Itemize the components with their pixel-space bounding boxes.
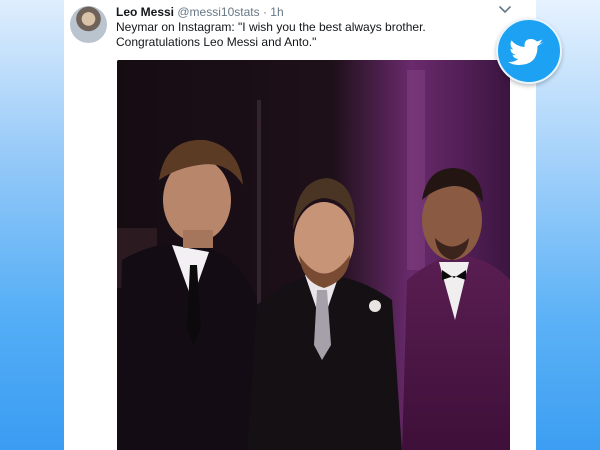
chevron-down-icon[interactable] <box>498 5 512 15</box>
left-background-panel <box>0 0 64 450</box>
tweet-photo[interactable] <box>117 60 510 450</box>
photo-illustration <box>117 60 510 450</box>
author-name[interactable]: Leo Messi <box>116 5 174 19</box>
avatar[interactable] <box>70 6 107 43</box>
time-separator: · <box>262 5 267 19</box>
twitter-logo-badge[interactable] <box>496 18 562 84</box>
author-handle[interactable]: @messi10stats <box>177 5 259 19</box>
tweet-header: Leo Messi @messi10stats · 1h <box>116 5 284 19</box>
tweet-timestamp[interactable]: 1h <box>270 5 283 19</box>
tweet-card[interactable]: Leo Messi @messi10stats · 1h Neymar on I… <box>64 0 536 450</box>
tweet-text: Neymar on Instagram: "I wish you the bes… <box>116 20 426 49</box>
twitter-bird-icon <box>508 39 544 65</box>
